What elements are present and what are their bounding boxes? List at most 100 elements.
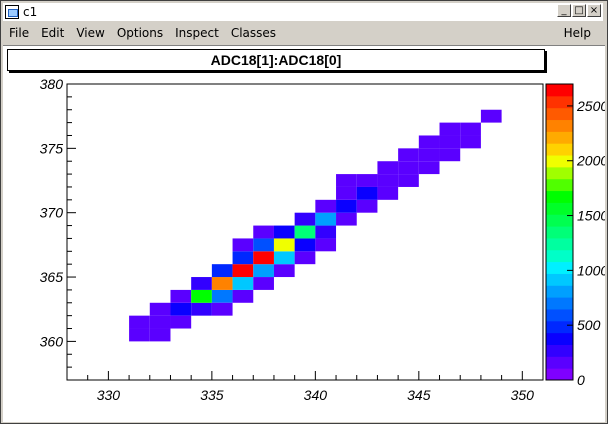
palette-tick-label: 1000: [577, 262, 605, 278]
heatmap-cell: [253, 225, 274, 239]
heatmap-cell: [273, 238, 295, 252]
menu-inspect[interactable]: Inspect: [175, 26, 219, 40]
palette-tick-label: 500: [577, 317, 601, 333]
palette-swatch: [546, 368, 573, 381]
heatmap-cell: [480, 109, 502, 123]
heatmap-cell: [418, 148, 440, 162]
heatmap-cell: [356, 186, 378, 200]
palette-swatch: [546, 297, 573, 310]
heatmap-cell: [315, 225, 337, 239]
app-icon: [5, 5, 19, 19]
heatmap-cell: [232, 264, 254, 278]
heatmap-cell: [191, 289, 212, 303]
heatmap-cell: [253, 264, 274, 278]
root-window: c1 _ □ × File Edit View Options Inspect …: [0, 0, 608, 424]
heatmap-chart: 330 335 340 345 350 360 365 370 375 380 0 500 1000 15…: [40, 76, 605, 403]
heatmap-cell: [439, 135, 461, 149]
heatmap-cell: [460, 122, 481, 136]
heatmap-cell: [336, 212, 357, 226]
palette-swatch: [546, 273, 573, 286]
palette-swatch: [546, 308, 573, 322]
menu-view[interactable]: View: [76, 26, 104, 40]
heatmap-cell: [170, 302, 192, 316]
heatmap-cell: [191, 302, 212, 316]
palette-swatch: [546, 107, 573, 121]
palette-swatch: [546, 320, 573, 334]
palette-swatch: [546, 356, 573, 369]
x-tick-label: 350: [511, 387, 535, 403]
x-tick-label: 340: [304, 387, 328, 403]
palette-swatch: [546, 237, 573, 251]
heatmap-cell: [211, 277, 233, 290]
heatmap-cell: [129, 315, 150, 329]
heatmap-cell: [273, 264, 295, 278]
palette-swatch: [546, 214, 573, 227]
palette-swatch: [546, 249, 573, 263]
heatmap-cell: [398, 148, 419, 162]
menu-bar: File Edit View Options Inspect Classes H…: [3, 23, 603, 43]
heatmap-cell: [418, 161, 440, 175]
heatmap-cell: [294, 251, 316, 265]
heatmap-cell: [149, 328, 171, 342]
heatmap-cell: [294, 225, 316, 239]
heatmap-cell: [398, 174, 419, 187]
palette-swatch: [546, 261, 573, 274]
heatmap-cell: [129, 328, 150, 342]
heatmap-cell: [315, 212, 337, 226]
heatmap-cell: [211, 302, 233, 316]
y-tick-label: 360: [40, 333, 64, 349]
minimize-icon[interactable]: _: [557, 4, 571, 17]
heatmap-cell: [460, 135, 481, 149]
palette-swatch: [546, 166, 573, 180]
heatmap-cell: [232, 289, 254, 303]
y-tick-label: 375: [40, 140, 64, 156]
close-icon[interactable]: ×: [587, 4, 601, 17]
menu-classes[interactable]: Classes: [231, 26, 276, 40]
palette-swatch: [546, 84, 573, 97]
heatmap-cell: [170, 315, 192, 329]
palette-swatch: [546, 119, 573, 132]
heatmap-cell: [336, 199, 357, 213]
title-bar[interactable]: c1 _ □ ×: [3, 3, 603, 21]
heatmap-cell: [253, 277, 274, 290]
heatmap-cell: [439, 148, 461, 162]
palette-swatch: [546, 178, 573, 192]
palette-swatch: [546, 285, 573, 298]
heatmap-cell: [149, 302, 171, 316]
palette-swatch: [546, 131, 573, 144]
heatmap-cell: [315, 238, 337, 252]
heatmap-cell: [336, 174, 357, 187]
palette-swatch: [546, 143, 573, 156]
heatmap-cell: [439, 122, 461, 136]
heatmap-cell: [294, 212, 316, 226]
heatmap-cell: [273, 225, 295, 239]
heatmap-cell: [232, 238, 254, 252]
palette-tick-label: 2500: [576, 98, 605, 114]
heatmap-cell: [170, 289, 192, 303]
menu-file[interactable]: File: [9, 26, 29, 40]
palette-swatch: [546, 332, 573, 345]
maximize-icon[interactable]: □: [572, 4, 586, 17]
palette-swatch: [546, 202, 573, 215]
heatmap-cell: [232, 277, 254, 290]
palette-swatch: [546, 226, 573, 239]
heatmap-cell: [211, 289, 233, 303]
heatmap-cell: [232, 251, 254, 265]
heatmap-cell: [253, 238, 274, 252]
window-title: c1: [23, 5, 38, 19]
window-controls: _ □ ×: [557, 4, 601, 17]
heatmap-cell: [211, 264, 233, 278]
plot-canvas[interactable]: ADC18[1]:ADC18[0] 330 335 340 345 350 360 365 3…: [3, 45, 605, 422]
menu-help[interactable]: Help: [564, 26, 591, 40]
menu-edit[interactable]: Edit: [41, 26, 64, 40]
palette-tick-label: 2000: [576, 153, 605, 169]
heatmap-cell: [336, 186, 357, 200]
x-tick-label: 345: [407, 387, 431, 403]
x-tick-label: 335: [200, 387, 224, 403]
heatmap-cell: [253, 251, 274, 265]
y-tick-label: 380: [40, 76, 64, 92]
palette-swatch: [546, 344, 573, 357]
menu-options[interactable]: Options: [117, 26, 163, 40]
heatmap-cell: [377, 186, 399, 200]
heatmap-cell: [149, 315, 171, 329]
